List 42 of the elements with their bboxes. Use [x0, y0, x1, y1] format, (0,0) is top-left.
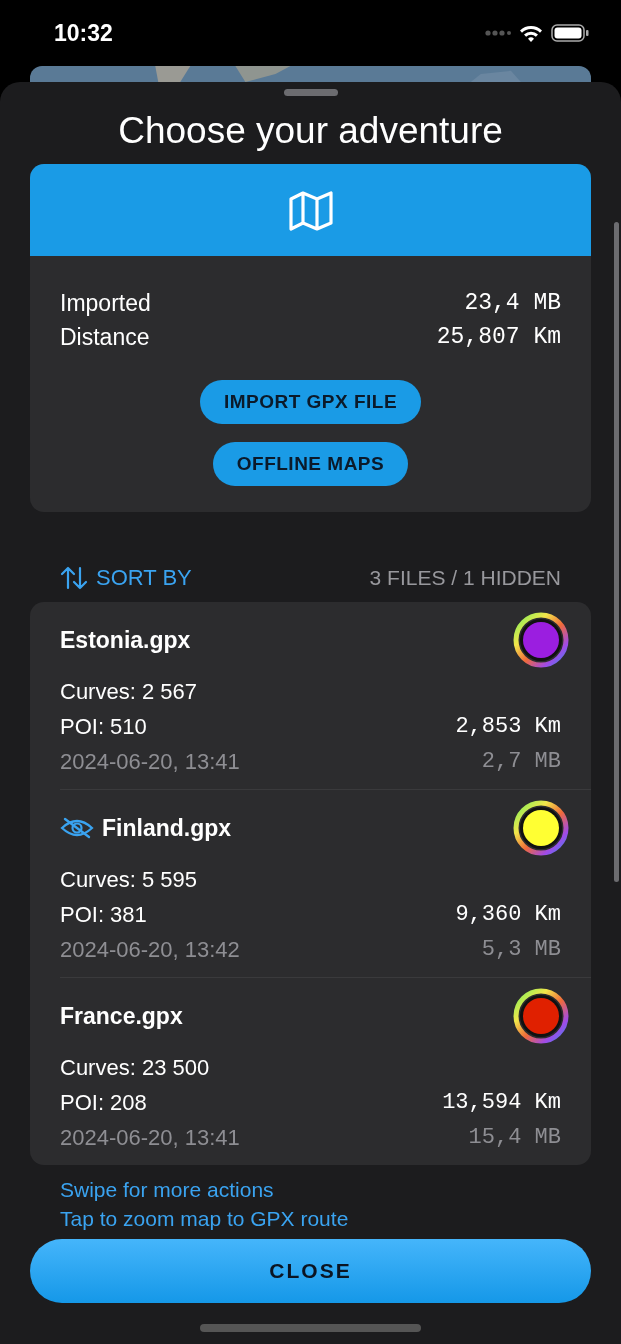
file-name: Finland.gpx [102, 813, 232, 843]
file-row[interactable]: France.gpx Curves: 23 500 POI: 208 13,594 Km 2024-06-20, 13:41 15,4 MB [60, 977, 591, 1165]
poi-count: POI: 510 [60, 713, 147, 741]
file-date: 2024-06-20, 13:41 [60, 748, 240, 776]
stat-value: 25,807 Km [436, 323, 561, 352]
file-date: 2024-06-20, 13:42 [60, 936, 240, 964]
sort-button[interactable]: SORT BY [60, 565, 192, 591]
stat-label: Distance [60, 323, 150, 352]
color-picker-icon[interactable] [513, 800, 569, 856]
file-name: France.gpx [60, 1001, 183, 1031]
file-date: 2024-06-20, 13:41 [60, 1124, 240, 1152]
status-time: 10:32 [54, 19, 113, 47]
sheet-handle[interactable] [283, 89, 338, 96]
curves-count: Curves: 2 567 [60, 678, 197, 706]
route-distance: 9,360 Km [455, 901, 561, 929]
action-button[interactable]: OFFLINE MAPS [212, 442, 409, 486]
route-distance: 2,853 Km [455, 713, 561, 741]
close-button[interactable]: CLOSE [30, 1239, 591, 1303]
battery-icon [551, 24, 589, 42]
hint-text: Swipe for more actions [60, 1177, 274, 1203]
file-name: Estonia.gpx [60, 625, 191, 655]
wifi-icon [519, 24, 543, 42]
curves-count: Curves: 23 500 [60, 1054, 210, 1082]
color-picker-icon[interactable] [513, 612, 569, 668]
route-distance: 13,594 Km [442, 1089, 561, 1117]
stat-label: Imported [60, 289, 151, 318]
hint-text: Tap to zoom map to GPX route [60, 1206, 349, 1232]
color-picker-icon[interactable] [513, 988, 569, 1044]
poi-count: POI: 381 [60, 901, 147, 929]
cellular-signal-icon [485, 30, 511, 36]
poi-count: POI: 208 [60, 1089, 147, 1117]
stat-value: 23,4 MB [464, 289, 561, 318]
file-row[interactable]: Finland.gpx Curves: 5 595 POI: 381 9,360 Km 2024-06-20, 13:42 5,3 MB [60, 789, 591, 977]
action-button[interactable]: IMPORT GPX FILE [199, 380, 422, 424]
file-size: 5,3 MB [481, 936, 561, 964]
sheet-title: Choose your adventure [118, 110, 503, 152]
curves-count: Curves: 5 595 [60, 866, 197, 894]
file-count: 3 FILES / 1 HIDDEN [369, 566, 561, 590]
file-size: 2,7 MB [481, 748, 561, 776]
file-size: 15,4 MB [468, 1124, 561, 1152]
sort-icon [60, 566, 88, 590]
file-row[interactable]: Estonia.gpx Curves: 2 567 POI: 510 2,853 Km 2024-06-20, 13:41 2,7 MB [30, 602, 591, 789]
